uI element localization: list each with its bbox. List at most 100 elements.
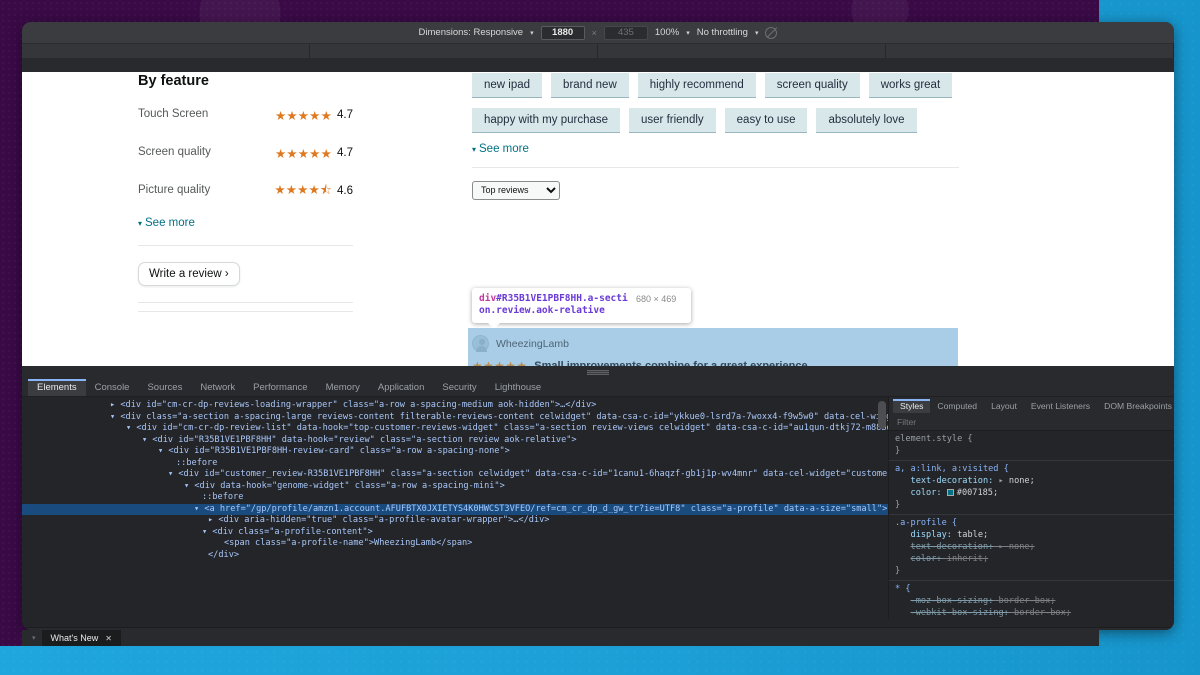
tab-application[interactable]: Application	[369, 379, 433, 396]
dom-node-line[interactable]: </div>	[22, 550, 888, 562]
css-rule[interactable]: a, a:link, a:visited { text-decoration: …	[889, 461, 1174, 515]
css-property[interactable]: color:	[911, 488, 942, 498]
throttling-label[interactable]: No throttling	[697, 27, 748, 38]
dom-tree-scrollbar[interactable]	[878, 401, 886, 429]
review-author-name[interactable]: WheezingLamb	[496, 338, 569, 350]
css-rule[interactable]: element.style { }	[889, 431, 1174, 461]
dom-tree-panel[interactable]: ▸ <div id="cm-cr-dp-reviews-loading-wrap…	[22, 397, 888, 619]
styles-filter-input[interactable]: Filter	[889, 415, 1174, 431]
viewport-height-input[interactable]: 435	[603, 25, 648, 40]
drag-grip-icon	[587, 369, 609, 375]
feature-score: 4.6	[337, 185, 353, 197]
css-property-disabled[interactable]: color:	[911, 554, 942, 564]
keyword-chip[interactable]: absolutely love	[816, 108, 917, 133]
css-property-disabled[interactable]: -moz-box-sizing:	[911, 596, 994, 606]
css-property-disabled[interactable]: text-decoration:	[911, 542, 994, 552]
dom-node-line[interactable]: ▾ <div id="R35B1VE1PBF8HH-review-card" c…	[22, 446, 888, 458]
tab-dom-breakpoints[interactable]: DOM Breakpoints	[1097, 399, 1174, 413]
expand-arrow-icon[interactable]: ▸	[999, 476, 1004, 486]
dom-node-line[interactable]: ▾ <div id="customer_review-R35B1VE1PBF8H…	[22, 469, 888, 481]
zoom-label[interactable]: 100%	[655, 27, 679, 38]
dom-node-line[interactable]: ▸ <div aria-hidden="true" class="a-profi…	[22, 515, 888, 527]
dimensions-chevron-down-icon[interactable]: ▾	[530, 29, 534, 37]
css-rule[interactable]: .a-profile { display: table; text-decora…	[889, 515, 1174, 581]
css-selector[interactable]: element.style {	[895, 434, 973, 444]
tab-layout[interactable]: Layout	[984, 399, 1024, 413]
tab-segment[interactable]	[598, 44, 886, 58]
feature-score: 4.7	[337, 109, 353, 121]
css-value-disabled[interactable]: none;	[1009, 542, 1035, 552]
write-a-review-button[interactable]: Write a review ›	[138, 262, 240, 286]
css-selector[interactable]: a, a:link, a:visited {	[895, 464, 1009, 474]
tab-console[interactable]: Console	[86, 379, 139, 396]
css-value-disabled[interactable]: border-box;	[999, 596, 1056, 606]
see-more-label: See more	[479, 143, 529, 155]
keyword-chip[interactable]: works great	[868, 73, 953, 98]
dom-pseudo-line[interactable]: ::before	[22, 492, 888, 504]
tab-lighthouse[interactable]: Lighthouse	[486, 379, 550, 396]
close-icon[interactable]: ✕	[105, 634, 112, 643]
rotate-disabled-icon[interactable]	[765, 26, 778, 39]
browser-tab-strip[interactable]	[22, 44, 1174, 58]
tab-segment[interactable]	[886, 44, 1174, 58]
css-value-disabled[interactable]: border-box;	[1014, 608, 1071, 618]
browser-address-bar[interactable]	[22, 58, 1174, 72]
keyword-chip[interactable]: screen quality	[764, 73, 860, 98]
tab-segment[interactable]	[22, 44, 310, 58]
feature-row: Picture quality ★★★★⯪ 4.6	[138, 179, 353, 203]
dom-node-line[interactable]: ▾ <div data-hook="genome-widget" class="…	[22, 481, 888, 493]
css-value-disabled[interactable]: inherit;	[947, 554, 988, 564]
css-value[interactable]: #007185;	[957, 488, 998, 498]
review-profile[interactable]: WheezingLamb	[472, 335, 956, 352]
dom-node-line-selected[interactable]: ▾ <a href="/gp/profile/amzn1.account.AFU…	[22, 503, 888, 515]
tab-network[interactable]: Network	[191, 379, 244, 396]
css-rule[interactable]: * { -moz-box-sizing: border-box; -webkit…	[889, 581, 1174, 619]
taskbar-window-whats-new[interactable]: What's New ✕	[41, 630, 121, 646]
keywords-see-more-link[interactable]: ▾ See more	[472, 143, 959, 155]
tab-security[interactable]: Security	[433, 379, 485, 396]
zoom-chevron-down-icon[interactable]: ▾	[686, 29, 690, 37]
keyword-chip[interactable]: highly recommend	[637, 73, 756, 98]
css-selector[interactable]: .a-profile {	[895, 518, 957, 528]
review-keywords-panel: new ipad brand new highly recommend scre…	[472, 73, 959, 200]
css-value[interactable]: table;	[957, 530, 988, 540]
css-value[interactable]: none;	[1009, 476, 1035, 486]
tab-performance[interactable]: Performance	[244, 379, 316, 396]
dom-node-line[interactable]: ▾ <div class="a-profile-content">	[22, 527, 888, 539]
dom-node-line[interactable]: ▸ <div id="cm-cr-dp-reviews-loading-wrap…	[22, 400, 888, 412]
css-property[interactable]: text-decoration:	[911, 476, 994, 486]
tab-sources[interactable]: Sources	[138, 379, 191, 396]
star-rating-icon: ★★★★★	[274, 146, 332, 161]
tab-computed[interactable]: Computed	[930, 399, 984, 413]
throttling-chevron-down-icon[interactable]: ▾	[755, 29, 759, 37]
dom-node-line[interactable]: ▾ <div class="a-section a-spacing-large …	[22, 412, 888, 424]
keyword-chip[interactable]: easy to use	[724, 108, 808, 133]
devtools-resize-handle[interactable]	[22, 366, 1174, 378]
by-feature-see-more-link[interactable]: ▾ See more	[138, 217, 353, 229]
keyword-chip[interactable]: brand new	[551, 73, 629, 98]
tab-event-listeners[interactable]: Event Listeners	[1024, 399, 1097, 413]
dom-node-line[interactable]: ▾ <div id="R35B1VE1PBF8HH" data-hook="re…	[22, 435, 888, 447]
tab-styles[interactable]: Styles	[893, 399, 931, 413]
keyword-chip[interactable]: happy with my purchase	[472, 108, 621, 133]
sort-reviews-select[interactable]: Top reviews Most recent	[472, 180, 560, 200]
tab-elements[interactable]: Elements	[28, 378, 86, 396]
keyword-chip[interactable]: new ipad	[472, 73, 543, 98]
dimensions-label[interactable]: Dimensions: Responsive	[419, 27, 524, 38]
css-property[interactable]: display:	[911, 530, 952, 540]
viewport-width-input[interactable]: 1880	[540, 25, 585, 40]
taskbar-chevron-icon[interactable]: ▾	[32, 634, 36, 642]
keyword-chip[interactable]: user friendly	[629, 108, 716, 133]
css-property-disabled[interactable]: -webkit-box-sizing:	[911, 608, 1009, 618]
dom-node-line[interactable]: <span class="a-profile-name">WheezingLam…	[22, 538, 888, 550]
highlighted-review-card: WheezingLamb ★★★★★ Small improvements co…	[468, 328, 958, 366]
css-selector[interactable]: * {	[895, 584, 911, 594]
dom-pseudo-line[interactable]: ::before	[22, 458, 888, 470]
tab-segment[interactable]	[310, 44, 598, 58]
tab-memory[interactable]: Memory	[317, 379, 369, 396]
color-swatch[interactable]	[946, 489, 954, 496]
css-rule-close: }	[895, 500, 901, 510]
taskbar: ▾ What's New ✕	[22, 630, 1099, 646]
dom-node-line[interactable]: ▾ <div id="cm-cr-dp-review-list" data-ho…	[22, 423, 888, 435]
inspector-node-tooltip: div#R35B1VE1PBF8HH.a-section.review.aok-…	[472, 288, 691, 329]
